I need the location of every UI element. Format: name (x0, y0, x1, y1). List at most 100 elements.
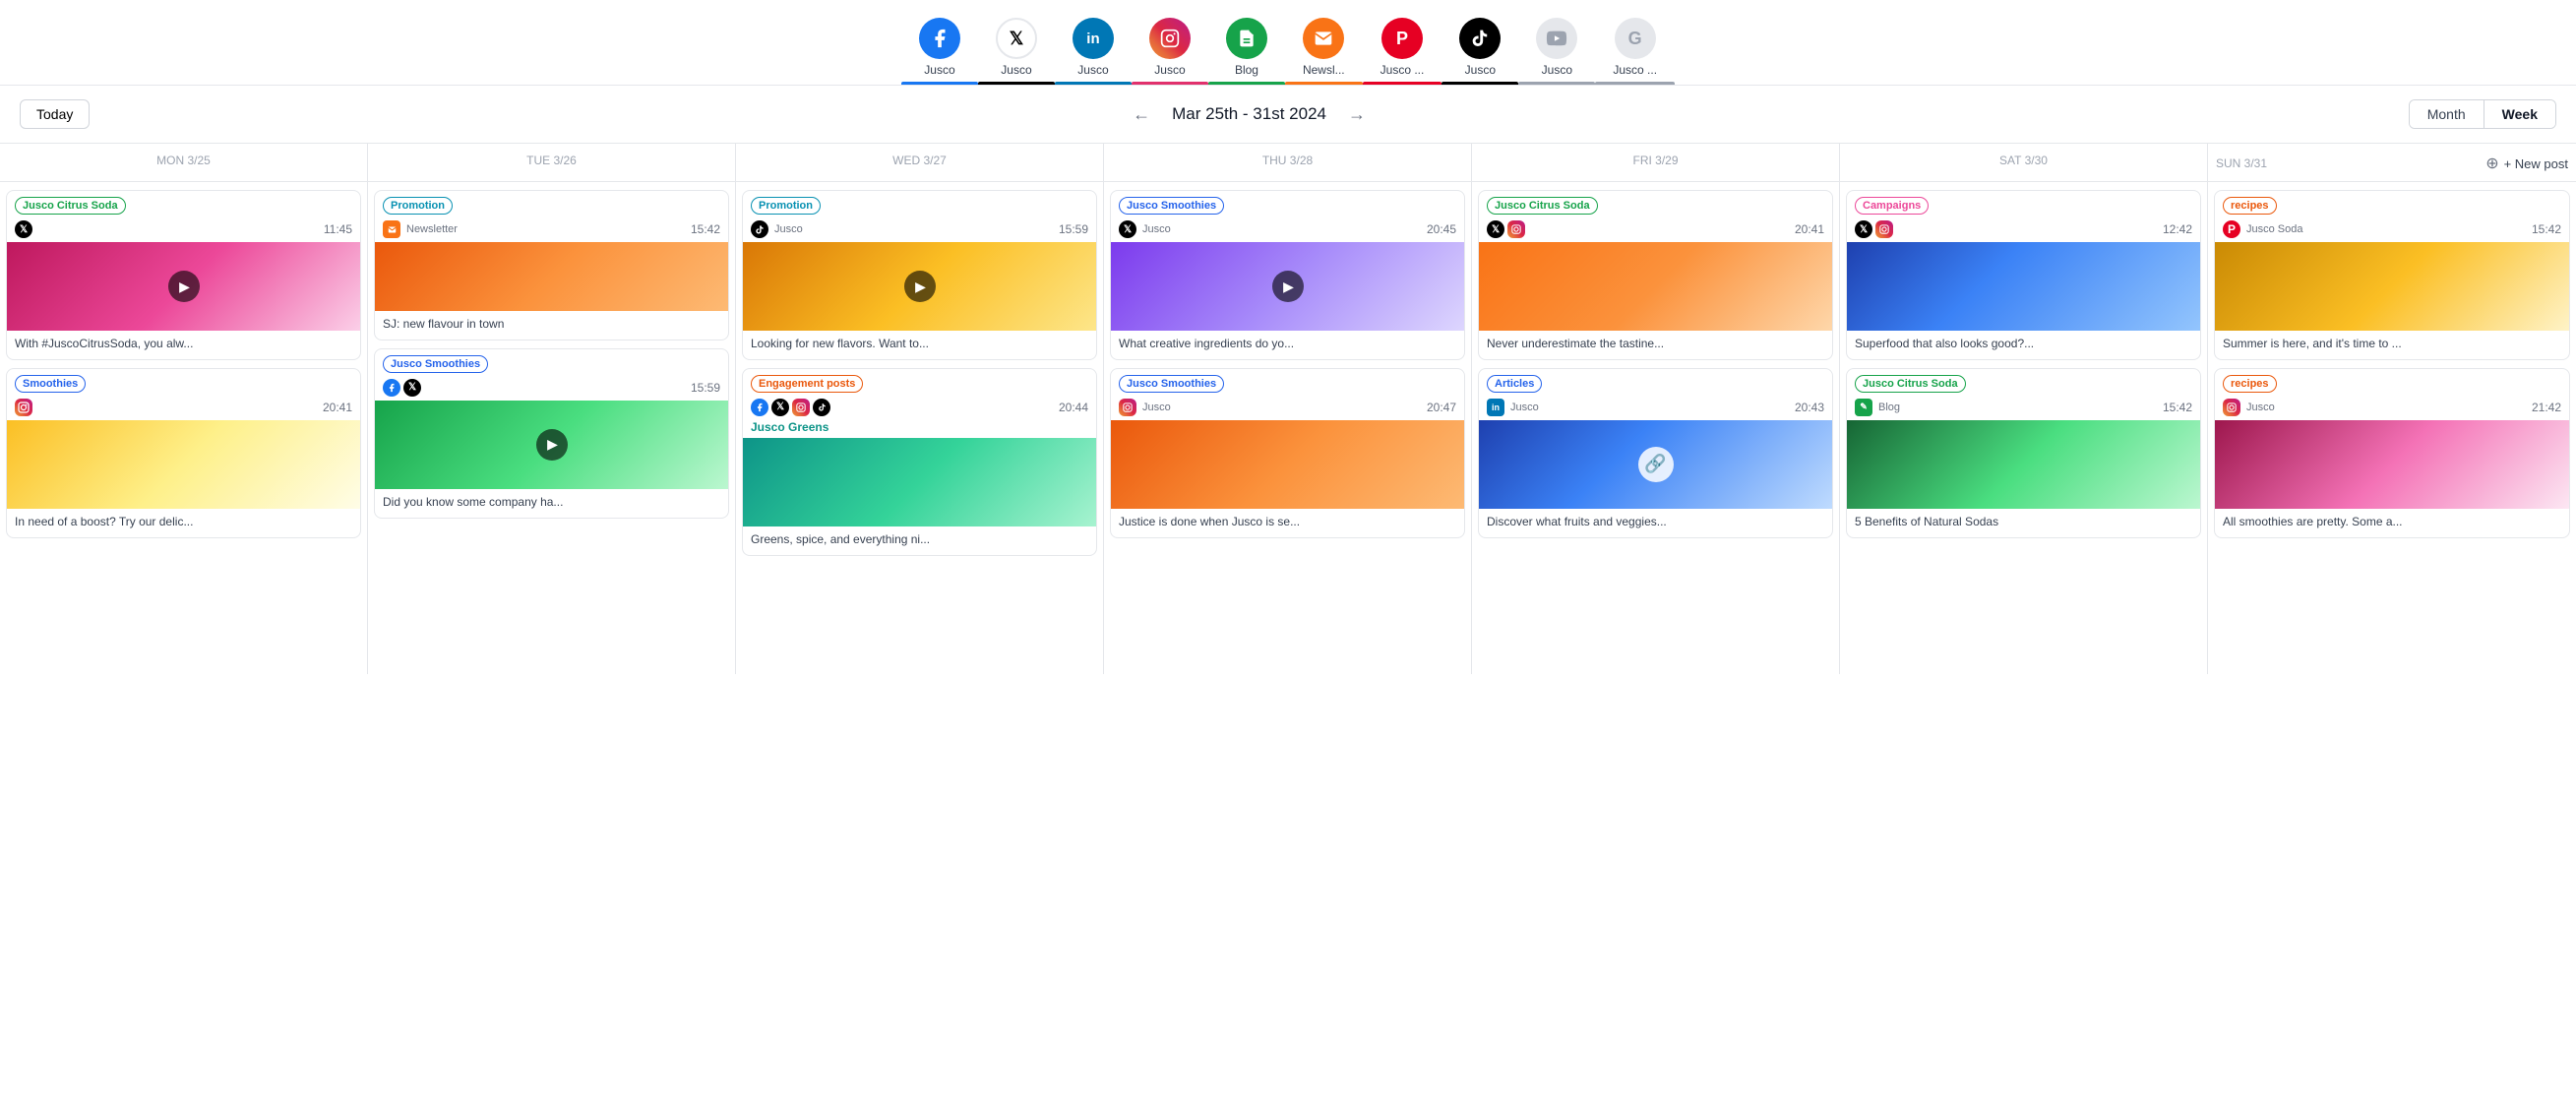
x-platform-icon: 𝕏 (1119, 220, 1136, 238)
nav-label-instagram: Jusco (1154, 63, 1185, 77)
nav-underline-facebook (901, 82, 978, 85)
plus-icon: ⊕ (2485, 154, 2498, 173)
today-button[interactable]: Today (20, 99, 90, 129)
day-col-thu: Jusco Smoothies 𝕏 Jusco 20:45 ▶ What cre… (1104, 182, 1472, 674)
nav-underline-newsletter (1285, 82, 1363, 85)
post-card[interactable]: Jusco Citrus Soda ✎ Blog 15:42 5 Benefit… (1846, 368, 2201, 538)
post-card[interactable]: Jusco Smoothies 𝕏 Jusco 20:45 ▶ What cre… (1110, 190, 1465, 360)
day-col-fri: Jusco Citrus Soda 𝕏 20:41 Never underest… (1472, 182, 1840, 674)
card-image (2215, 242, 2569, 331)
day-col-tue: Promotion Newsletter 15:42 SJ: new flavo… (368, 182, 736, 674)
card-tag: Promotion (383, 197, 453, 215)
day-col-mon: Jusco Citrus Soda 𝕏 11:45 ▶ With #JuscoC… (0, 182, 368, 674)
card-image: 🔗 (1479, 420, 1832, 509)
card-text: All smoothies are pretty. Some a... (2215, 509, 2569, 537)
calendar-header: Today ← Mar 25th - 31st 2024 → Month Wee… (0, 86, 2576, 144)
card-name: Newsletter (406, 223, 458, 235)
tiktok-icon (1459, 18, 1501, 59)
card-image: ▶ (743, 242, 1096, 331)
month-view-button[interactable]: Month (2410, 100, 2484, 128)
nav-item-tiktok[interactable]: Jusco (1441, 10, 1518, 85)
platform-icons: ✎ Blog (1855, 399, 1900, 416)
card-image: ▶ (1111, 242, 1464, 331)
card-text: Greens, spice, and everything ni... (743, 526, 1096, 555)
post-card[interactable]: Jusco Smoothies Jusco 20:47 Justice is d… (1110, 368, 1465, 538)
card-name: Jusco (1142, 402, 1171, 413)
post-card[interactable]: Campaigns 𝕏 12:42 Superfood that also lo… (1846, 190, 2201, 360)
card-time: 15:42 (2532, 222, 2561, 236)
card-time: 20:43 (1795, 401, 1824, 414)
platform-icons: Jusco (1119, 399, 1171, 416)
nav-item-twitter[interactable]: 𝕏 Jusco (978, 10, 1055, 85)
new-post-button[interactable]: ⊕ + New post (2485, 154, 2568, 173)
post-card[interactable]: Promotion Jusco 15:59 ▶ Looking for new … (742, 190, 1097, 360)
prev-arrow[interactable]: ← (1127, 102, 1156, 127)
card-text: SJ: new flavour in town (375, 311, 728, 340)
day-header-thu: THU 3/28 (1104, 144, 1472, 182)
card-tag: Jusco Citrus Soda (1487, 197, 1598, 215)
week-view-button[interactable]: Week (2484, 100, 2555, 128)
video-overlay: ▶ (1272, 271, 1304, 302)
nav-underline-instagram (1132, 82, 1208, 85)
card-time: 20:45 (1427, 222, 1456, 236)
day-col-sun: recipes P Jusco Soda 15:42 Summer is her… (2208, 182, 2576, 674)
platform-icons: 𝕏 (383, 379, 421, 397)
card-name: Jusco (1510, 402, 1539, 413)
nav-item-youtube[interactable]: Jusco (1518, 10, 1595, 85)
post-card[interactable]: Promotion Newsletter 15:42 SJ: new flavo… (374, 190, 729, 340)
nl-platform-icon (383, 220, 400, 238)
next-arrow[interactable]: → (1342, 102, 1372, 127)
card-image (2215, 420, 2569, 509)
day-header-sun: SUN 3/31 ⊕ + New post (2208, 144, 2576, 182)
platform-icons: in Jusco (1487, 399, 1539, 416)
tt-platform-icon (751, 220, 768, 238)
card-name: Jusco (2246, 402, 2275, 413)
card-image (743, 438, 1096, 526)
nav-underline-blog (1208, 82, 1285, 85)
card-time: 20:41 (1795, 222, 1824, 236)
card-time: 15:42 (2163, 401, 2192, 414)
card-tag: Articles (1487, 375, 1542, 393)
card-tag: Jusco Citrus Soda (1855, 375, 1966, 393)
card-tag: Jusco Smoothies (383, 355, 488, 373)
video-overlay: ▶ (168, 271, 200, 302)
card-tag: Jusco Smoothies (1119, 375, 1224, 393)
card-time: 12:42 (2163, 222, 2192, 236)
nav-item-pinterest[interactable]: P Jusco ... (1363, 10, 1442, 85)
card-text: Did you know some company ha... (375, 489, 728, 518)
li-platform-icon: in (1487, 399, 1504, 416)
nav-item-newsletter[interactable]: Newsl... (1285, 10, 1363, 85)
nav-item-google[interactable]: G Jusco ... (1595, 10, 1675, 85)
post-card[interactable]: recipes P Jusco Soda 15:42 Summer is her… (2214, 190, 2570, 360)
nav-item-instagram[interactable]: Jusco (1132, 10, 1208, 85)
card-tag: recipes (2223, 197, 2277, 215)
nav-item-facebook[interactable]: Jusco (901, 10, 978, 85)
post-card[interactable]: recipes Jusco 21:42 All smoothies are pr… (2214, 368, 2570, 538)
card-time: 15:59 (691, 381, 720, 395)
post-card[interactable]: Jusco Smoothies 𝕏 15:59 ▶ Did you know s… (374, 348, 729, 519)
calendar-body: Jusco Citrus Soda 𝕏 11:45 ▶ With #JuscoC… (0, 182, 2576, 674)
nav-label-youtube: Jusco (1542, 63, 1572, 77)
post-card[interactable]: Smoothies 20:41 In need of a boost? Try … (6, 368, 361, 538)
post-card[interactable]: Jusco Citrus Soda 𝕏 20:41 Never underest… (1478, 190, 1833, 360)
post-card[interactable]: Engagement posts 𝕏 20:44 (742, 368, 1097, 556)
card-text: In need of a boost? Try our delic... (7, 509, 360, 537)
x-icon: 𝕏 (996, 18, 1037, 59)
post-card[interactable]: Articles in Jusco 20:43 🔗 Discover what … (1478, 368, 1833, 538)
x-platform-icon: 𝕏 (403, 379, 421, 397)
platform-icons: 𝕏 (1487, 220, 1525, 238)
x-platform-icon: 𝕏 (15, 220, 32, 238)
nav-item-blog[interactable]: Blog (1208, 10, 1285, 85)
day-header-tue: TUE 3/26 (368, 144, 736, 182)
blog-platform-icon: ✎ (1855, 399, 1872, 416)
card-image (1111, 420, 1464, 509)
card-text: What creative ingredients do yo... (1111, 331, 1464, 359)
nav-label-linkedin: Jusco (1077, 63, 1108, 77)
nav-label-twitter: Jusco (1001, 63, 1031, 77)
nav-label-pinterest: Jusco ... (1380, 63, 1425, 77)
card-text: With #JuscoCitrusSoda, you alw... (7, 331, 360, 359)
nav-item-linkedin[interactable]: in Jusco (1055, 10, 1132, 85)
platform-icons: P Jusco Soda (2223, 220, 2302, 238)
blog-icon (1226, 18, 1267, 59)
post-card[interactable]: Jusco Citrus Soda 𝕏 11:45 ▶ With #JuscoC… (6, 190, 361, 360)
